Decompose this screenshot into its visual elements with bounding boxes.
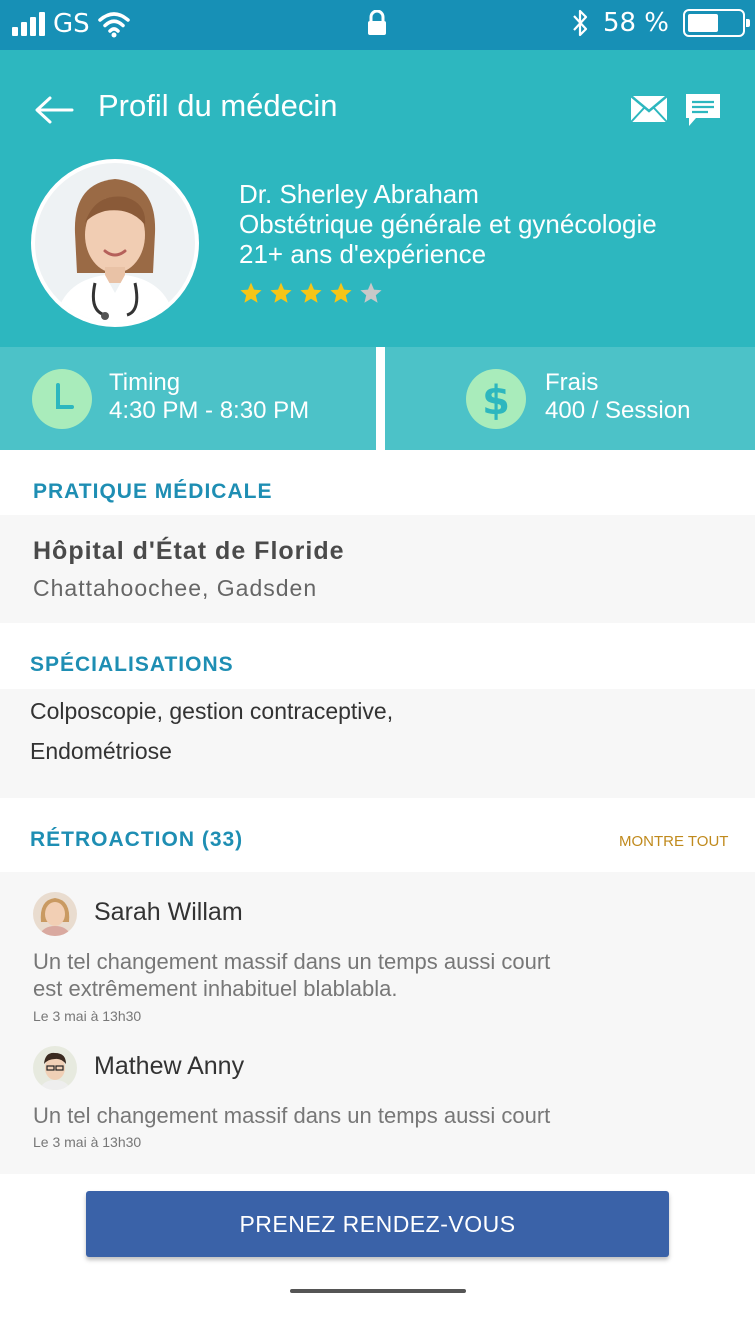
back-arrow-icon[interactable] — [34, 94, 74, 126]
doctor-avatar — [31, 159, 199, 327]
home-indicator[interactable] — [290, 1289, 466, 1293]
doctor-experience: 21+ ans d'expérience — [239, 239, 487, 269]
review-date: Le 3 mai à 13h30 — [33, 1134, 142, 1150]
timing-label: Timing — [109, 369, 181, 396]
specializations-line-1: Colposcopie, gestion contraceptive, — [30, 698, 394, 724]
reviewer-name: Mathew Anny — [94, 1052, 245, 1080]
dollar-icon: $ — [466, 369, 526, 429]
star-icon — [270, 282, 292, 303]
star-icon — [240, 282, 262, 303]
fees-label: Frais — [545, 369, 599, 396]
star-icon — [360, 282, 382, 303]
doctor-profile-header: Profil du médecin Dr. Sherley Abraham Ob… — [0, 50, 755, 347]
reviewer-avatar — [33, 1046, 77, 1090]
clock-icon — [32, 369, 92, 429]
star-icon — [300, 282, 322, 303]
rating-stars — [239, 281, 383, 305]
star-icon — [330, 282, 352, 303]
specializations-line-2: Endométriose — [30, 738, 172, 764]
show-all-link[interactable]: MONTRE TOUT — [619, 833, 728, 850]
review-text-line: est extrêmement inhabituel blablabla. — [33, 976, 398, 1001]
mail-icon[interactable] — [630, 94, 668, 124]
reviewer-avatar — [33, 892, 77, 936]
hospital-name: Hôpital d'État de Floride — [33, 537, 345, 565]
timing-tile: Timing 4:30 PM - 8:30 PM — [0, 347, 376, 450]
battery-percent: 58 % — [602, 8, 669, 38]
carrier-label: GS — [53, 9, 90, 39]
bluetooth-icon — [573, 9, 588, 37]
review-date: Le 3 mai à 13h30 — [33, 1008, 142, 1024]
feedback-heading: RÉTROACTION (33) — [30, 828, 244, 851]
hospital-location: Chattahoochee, Gadsden — [33, 575, 318, 601]
fees-tile: $ Frais 400 / Session — [385, 347, 755, 450]
specializations-heading: SPÉCIALISATIONS — [30, 653, 234, 676]
timing-value: 4:30 PM - 8:30 PM — [109, 397, 310, 424]
wifi-icon — [97, 12, 130, 38]
practice-heading: PRATIQUE MÉDICALE — [33, 480, 273, 503]
reviewer-name: Sarah Willam — [94, 898, 243, 926]
doctor-specialty: Obstétrique générale et gynécologie — [239, 209, 657, 239]
doctor-name: Dr. Sherley Abraham — [239, 179, 479, 209]
doctor-info: Dr. Sherley Abraham Obstétrique générale… — [239, 179, 657, 269]
status-bar: GS 58 % — [0, 0, 755, 50]
review-text: Un tel changement massif dans un temps a… — [33, 948, 593, 1002]
feedback-block: Sarah Willam Un tel changement massif da… — [0, 872, 755, 1174]
chat-icon[interactable] — [684, 92, 722, 130]
practice-block: Hôpital d'État de Floride Chattahoochee,… — [0, 515, 755, 623]
specializations-block: Colposcopie, gestion contraceptive, Endo… — [0, 689, 755, 798]
review-text-line: Un tel changement massif dans un temps a… — [33, 1103, 551, 1128]
svg-text:$: $ — [482, 378, 510, 424]
page-title: Profil du médecin — [98, 88, 338, 123]
fees-value: 400 / Session — [545, 397, 691, 424]
review-text: Un tel changement massif dans un temps a… — [33, 1102, 593, 1129]
doctor-photo — [35, 163, 195, 323]
signal-icon — [12, 12, 45, 36]
book-appointment-button[interactable]: PRENEZ RENDEZ-VOUS — [86, 1191, 669, 1257]
info-tiles: Timing 4:30 PM - 8:30 PM $ Frais 400 / S… — [0, 347, 755, 450]
review-text-line: Un tel changement massif dans un temps a… — [33, 949, 551, 974]
battery-icon — [683, 9, 750, 37]
lock-icon — [368, 10, 386, 35]
